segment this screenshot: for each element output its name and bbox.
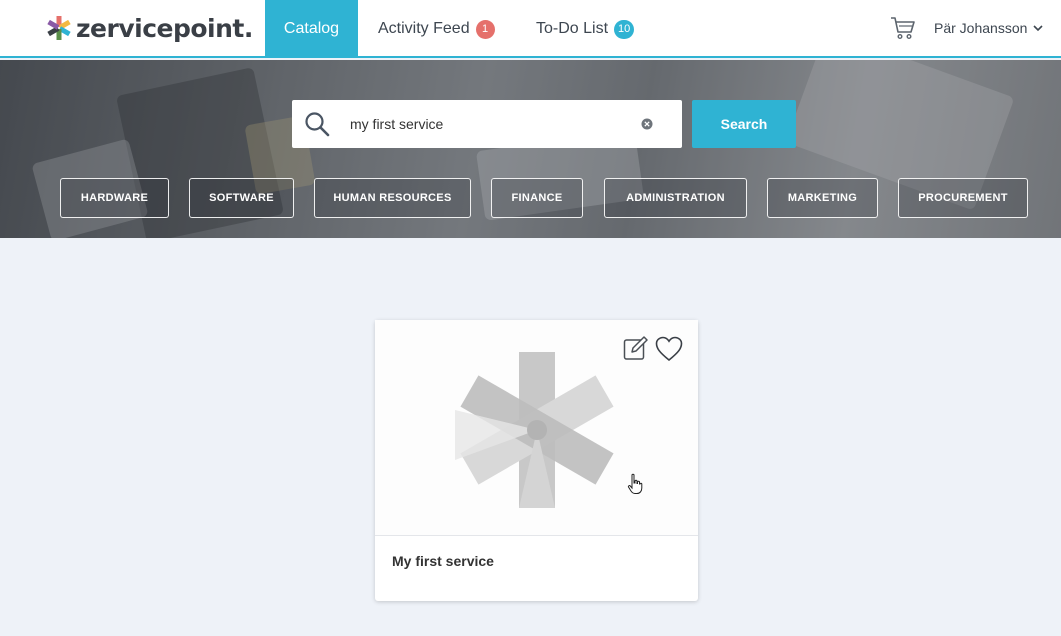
hero-banner: Search HARDWARE SOFTWARE HUMAN RESOURCES… bbox=[0, 60, 1061, 238]
search-box bbox=[292, 100, 682, 148]
heart-icon[interactable] bbox=[655, 336, 683, 362]
user-menu[interactable]: Pär Johansson bbox=[934, 20, 1043, 36]
service-card[interactable]: My first service bbox=[375, 320, 698, 601]
brand-logo[interactable]: zervicepoint. bbox=[46, 12, 253, 44]
search-input[interactable] bbox=[350, 114, 630, 134]
activity-feed-badge: 1 bbox=[475, 19, 495, 39]
category-software[interactable]: SOFTWARE bbox=[189, 178, 294, 218]
tab-catalog-label: Catalog bbox=[283, 20, 340, 37]
logo-asterisk-icon bbox=[47, 16, 71, 40]
todo-list-badge: 10 bbox=[614, 19, 635, 39]
tab-catalog[interactable]: Catalog bbox=[265, 0, 358, 58]
service-placeholder-logo-icon bbox=[455, 352, 614, 508]
search-icon bbox=[305, 112, 330, 137]
top-navigation: zervicepoint. Catalog Activity Feed 1 To… bbox=[0, 0, 1061, 58]
category-hardware[interactable]: HARDWARE bbox=[60, 178, 169, 218]
category-finance[interactable]: FINANCE bbox=[491, 178, 583, 218]
category-administration[interactable]: ADMINISTRATION bbox=[604, 178, 747, 218]
tab-activity-feed-label: Activity Feed bbox=[378, 20, 470, 37]
user-name: Pär Johansson bbox=[934, 20, 1028, 36]
hand-pointer-cursor-icon bbox=[627, 473, 643, 494]
cart-icon[interactable] bbox=[890, 15, 916, 41]
tab-todo-list-label: To-Do List bbox=[536, 20, 609, 37]
category-marketing[interactable]: MARKETING bbox=[767, 178, 878, 218]
category-human-resources[interactable]: HUMAN RESOURCES bbox=[314, 178, 471, 218]
edit-icon[interactable] bbox=[623, 335, 649, 361]
service-card-image[interactable] bbox=[375, 320, 698, 536]
chevron-down-icon bbox=[1033, 24, 1043, 31]
clear-search-icon[interactable] bbox=[641, 118, 653, 130]
service-card-title[interactable]: My first service bbox=[392, 553, 494, 569]
tab-todo-list[interactable]: To-Do List 10 bbox=[536, 0, 635, 58]
category-procurement[interactable]: PROCUREMENT bbox=[898, 178, 1028, 218]
brand-name: zervicepoint. bbox=[76, 13, 253, 43]
tab-activity-feed[interactable]: Activity Feed 1 bbox=[378, 0, 495, 58]
search-button[interactable]: Search bbox=[692, 100, 796, 148]
